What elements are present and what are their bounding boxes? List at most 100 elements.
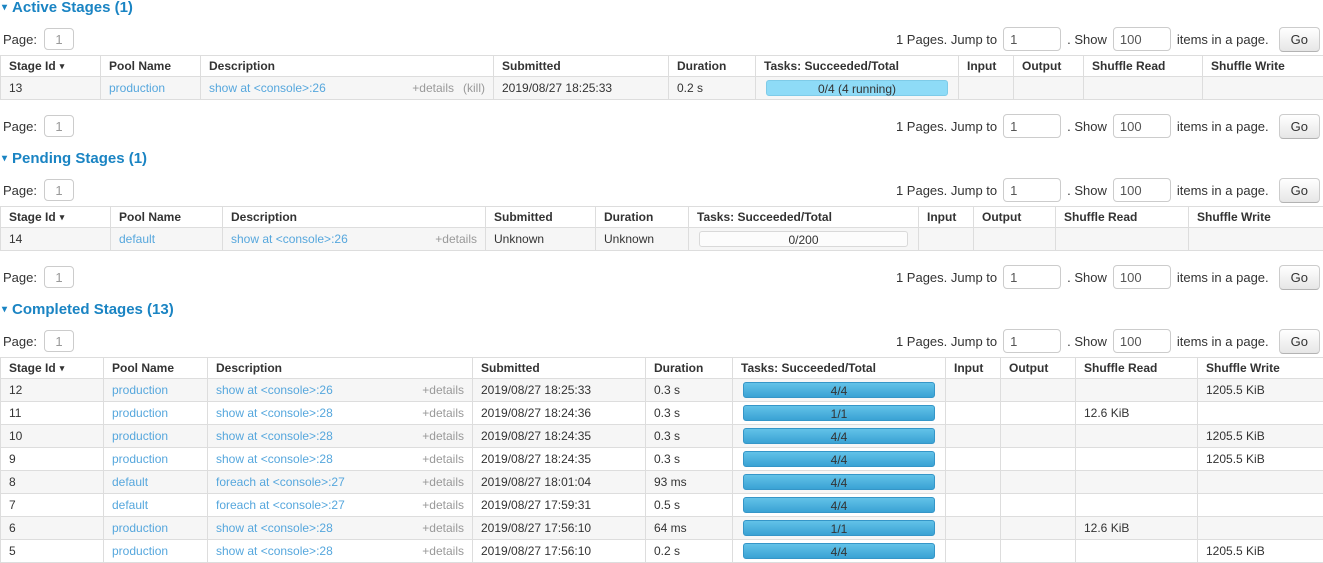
page-number-input[interactable] xyxy=(44,330,74,352)
show-count-input[interactable] xyxy=(1113,178,1171,202)
table-row: 9 production show at <console>:28 +detai… xyxy=(1,448,1323,471)
col-duration[interactable]: Duration xyxy=(596,207,689,228)
pool-link[interactable]: production xyxy=(112,544,168,558)
stage-id-cell: 6 xyxy=(1,517,104,540)
show-count-input[interactable] xyxy=(1113,329,1171,353)
page-label: Page: xyxy=(3,183,37,198)
stage-description-link[interactable]: show at <console>:28 xyxy=(216,544,333,558)
stage-description-link[interactable]: show at <console>:28 xyxy=(216,452,333,466)
details-toggle[interactable]: +details xyxy=(422,544,464,558)
show-count-input[interactable] xyxy=(1113,265,1171,289)
active-stages-heading[interactable]: ▾Active Stages (1) xyxy=(0,0,1323,16)
go-button[interactable]: Go xyxy=(1279,27,1320,52)
details-toggle[interactable]: +details xyxy=(412,81,454,95)
show-label: . Show xyxy=(1067,32,1107,47)
col-input[interactable]: Input xyxy=(959,56,1014,77)
collapse-arrow-icon: ▾ xyxy=(2,153,7,164)
input-cell xyxy=(946,425,1001,448)
jump-to-input[interactable] xyxy=(1003,265,1061,289)
table-header-row: Stage Id▾ Pool Name Description Submitte… xyxy=(1,207,1323,228)
col-shuffle-read[interactable]: Shuffle Read xyxy=(1076,358,1198,379)
details-toggle[interactable]: +details xyxy=(422,429,464,443)
pending-stages-heading[interactable]: ▾Pending Stages (1) xyxy=(0,151,1323,167)
stage-description-link[interactable]: show at <console>:28 xyxy=(216,429,333,443)
page-number-input[interactable] xyxy=(44,28,74,50)
output-cell xyxy=(1001,494,1076,517)
stage-description-link[interactable]: show at <console>:26 xyxy=(209,81,326,95)
col-tasks[interactable]: Tasks: Succeeded/Total xyxy=(756,56,959,77)
go-button[interactable]: Go xyxy=(1279,329,1320,354)
col-stage-id[interactable]: Stage Id▾ xyxy=(1,207,111,228)
show-count-input[interactable] xyxy=(1113,27,1171,51)
col-duration[interactable]: Duration xyxy=(646,358,733,379)
duration-cell: 0.5 s xyxy=(646,494,733,517)
details-toggle[interactable]: +details xyxy=(422,498,464,512)
jump-to-input[interactable] xyxy=(1003,329,1061,353)
col-input[interactable]: Input xyxy=(946,358,1001,379)
details-toggle[interactable]: +details xyxy=(422,521,464,535)
input-cell xyxy=(946,471,1001,494)
details-toggle[interactable]: +details xyxy=(422,452,464,466)
col-shuffle-write[interactable]: Shuffle Write xyxy=(1189,207,1323,228)
pool-link[interactable]: production xyxy=(112,429,168,443)
col-output[interactable]: Output xyxy=(974,207,1056,228)
pool-link[interactable]: default xyxy=(112,475,148,489)
jump-to-input[interactable] xyxy=(1003,178,1061,202)
kill-link[interactable]: (kill) xyxy=(463,81,485,95)
stage-description-link[interactable]: show at <console>:28 xyxy=(216,521,333,535)
col-shuffle-read[interactable]: Shuffle Read xyxy=(1084,56,1203,77)
col-description[interactable]: Description xyxy=(201,56,494,77)
col-tasks[interactable]: Tasks: Succeeded/Total xyxy=(689,207,919,228)
col-stage-id[interactable]: Stage Id▾ xyxy=(1,358,104,379)
col-description[interactable]: Description xyxy=(223,207,486,228)
col-description[interactable]: Description xyxy=(208,358,473,379)
col-submitted[interactable]: Submitted xyxy=(494,56,669,77)
jump-to-input[interactable] xyxy=(1003,114,1061,138)
show-count-input[interactable] xyxy=(1113,114,1171,138)
col-pool-name[interactable]: Pool Name xyxy=(111,207,223,228)
pool-link[interactable]: production xyxy=(109,81,165,95)
stage-id-cell: 14 xyxy=(1,228,111,251)
completed-stages-heading[interactable]: ▾Completed Stages (13) xyxy=(0,302,1323,318)
col-shuffle-read[interactable]: Shuffle Read xyxy=(1056,207,1189,228)
pool-link[interactable]: production xyxy=(112,406,168,420)
details-toggle[interactable]: +details xyxy=(422,475,464,489)
stage-description-link[interactable]: foreach at <console>:27 xyxy=(216,475,345,489)
details-toggle[interactable]: +details xyxy=(422,383,464,397)
details-toggle[interactable]: +details xyxy=(422,406,464,420)
col-duration[interactable]: Duration xyxy=(669,56,756,77)
col-output[interactable]: Output xyxy=(1014,56,1084,77)
pool-link[interactable]: production xyxy=(112,383,168,397)
pages-jump-label: 1 Pages. Jump to xyxy=(896,270,997,285)
pool-link[interactable]: default xyxy=(119,232,155,246)
col-output[interactable]: Output xyxy=(1001,358,1076,379)
details-toggle[interactable]: +details xyxy=(435,232,477,246)
pool-link[interactable]: default xyxy=(112,498,148,512)
pool-link[interactable]: production xyxy=(112,452,168,466)
col-submitted[interactable]: Submitted xyxy=(486,207,596,228)
stage-description-link[interactable]: show at <console>:26 xyxy=(216,383,333,397)
col-shuffle-write[interactable]: Shuffle Write xyxy=(1198,358,1323,379)
go-button[interactable]: Go xyxy=(1279,114,1320,139)
go-button[interactable]: Go xyxy=(1279,265,1320,290)
active-stages-table: Stage Id▾ Pool Name Description Submitte… xyxy=(0,55,1323,100)
col-submitted[interactable]: Submitted xyxy=(473,358,646,379)
pages-jump-label: 1 Pages. Jump to xyxy=(896,32,997,47)
pool-link[interactable]: production xyxy=(112,521,168,535)
page-number-input[interactable] xyxy=(44,115,74,137)
col-pool-name[interactable]: Pool Name xyxy=(104,358,208,379)
page-number-input[interactable] xyxy=(44,179,74,201)
col-stage-id[interactable]: Stage Id▾ xyxy=(1,56,101,77)
col-pool-name[interactable]: Pool Name xyxy=(101,56,201,77)
col-shuffle-write[interactable]: Shuffle Write xyxy=(1203,56,1323,77)
stage-description-link[interactable]: show at <console>:28 xyxy=(216,406,333,420)
shuffle-read-cell xyxy=(1076,379,1198,402)
page-number-input[interactable] xyxy=(44,266,74,288)
stage-description-link[interactable]: foreach at <console>:27 xyxy=(216,498,345,512)
go-button[interactable]: Go xyxy=(1279,178,1320,203)
output-cell xyxy=(974,228,1056,251)
jump-to-input[interactable] xyxy=(1003,27,1061,51)
stage-description-link[interactable]: show at <console>:26 xyxy=(231,232,348,246)
col-input[interactable]: Input xyxy=(919,207,974,228)
col-tasks[interactable]: Tasks: Succeeded/Total xyxy=(733,358,946,379)
